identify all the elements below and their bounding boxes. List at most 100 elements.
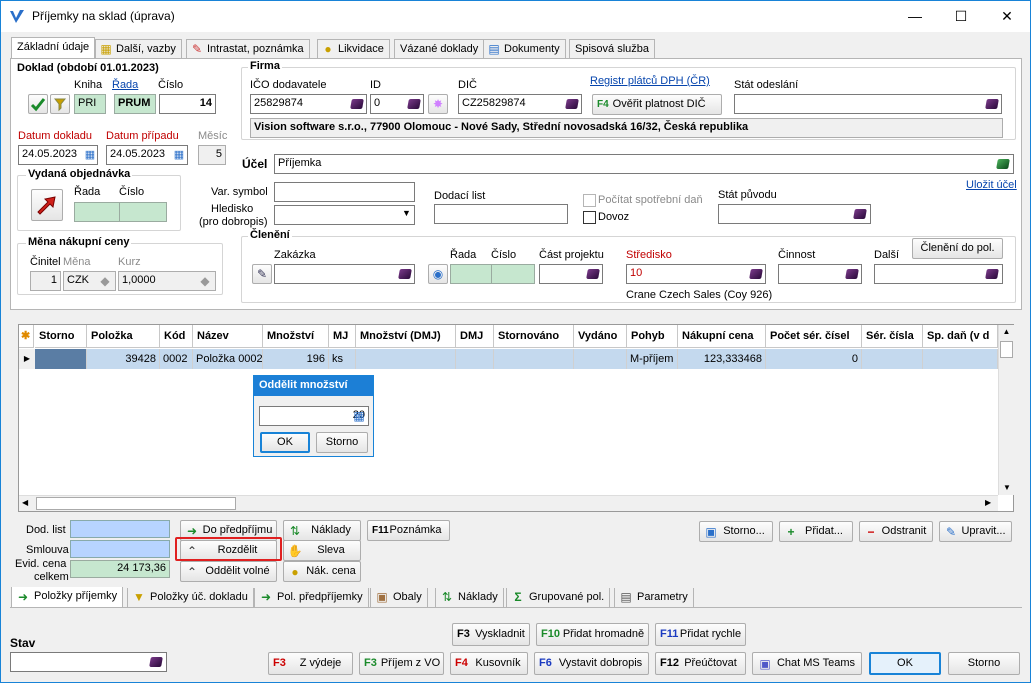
lookup-gem-icon[interactable]	[985, 99, 999, 109]
storno-item-button[interactable]: ▣ Storno...	[699, 521, 773, 542]
horizontal-scrollbar[interactable]: ◀ ▶	[19, 495, 998, 511]
stav-field[interactable]	[10, 652, 167, 672]
tab-intrastat[interactable]: ✎ Intrastat, poznámka	[186, 39, 310, 59]
lookup-gem-icon[interactable]	[398, 269, 412, 279]
col-storno[interactable]: Storno	[35, 325, 87, 348]
upravit-button[interactable]: ✎ Upravit...	[939, 521, 1012, 542]
cell-pocet-ser[interactable]: 0	[766, 349, 862, 369]
lookup-gem-icon[interactable]	[565, 99, 579, 109]
tab-parametry[interactable]: ▤ Parametry	[614, 588, 694, 608]
col-mnozstvi[interactable]: Množství	[263, 325, 329, 348]
smlouva-field[interactable]	[70, 540, 170, 558]
filter-button[interactable]	[50, 94, 70, 114]
lookup-gem-icon[interactable]	[586, 269, 600, 279]
dic-field[interactable]: CZ25829874	[458, 94, 582, 114]
col-mnozstvi-dmj[interactable]: Množství (DMJ)	[356, 325, 456, 348]
col-kod[interactable]: Kód	[160, 325, 193, 348]
kusovnik-button[interactable]: F4 Kusovník	[450, 652, 528, 675]
oddelit-volne-button[interactable]: ⌃ Oddělit volné	[180, 561, 277, 582]
calendar-icon[interactable]: ▦	[171, 147, 187, 163]
col-nakupni-cena[interactable]: Nákupní cena	[678, 325, 766, 348]
prijem-z-vo-button[interactable]: F3 Příjem z VO	[359, 652, 444, 675]
scroll-right-icon[interactable]: ▶	[985, 498, 991, 507]
col-vydano[interactable]: Vydáno	[574, 325, 627, 348]
cell-storno[interactable]	[35, 349, 87, 369]
pocitat-checkbox[interactable]	[583, 194, 596, 207]
nak-cena-button[interactable]: ● Nák. cena	[283, 561, 361, 582]
cell-kod[interactable]: 0002	[160, 349, 193, 369]
minimize-button[interactable]: —	[892, 1, 938, 32]
tab-grupovane[interactable]: Σ Grupované pol.	[506, 588, 611, 608]
col-dmj[interactable]: DMJ	[456, 325, 494, 348]
ok-button[interactable]: OK	[869, 652, 941, 675]
close-button[interactable]: ✕	[984, 1, 1030, 32]
objednavka-button[interactable]	[31, 189, 63, 221]
tab-obaly[interactable]: ▣ Obaly	[370, 588, 428, 608]
kniha-field[interactable]: PRI	[74, 94, 106, 114]
chevron-down-icon[interactable]: ▼	[402, 208, 411, 218]
lookup-gem-icon[interactable]	[853, 209, 867, 219]
cislo-field[interactable]: 14	[159, 94, 216, 114]
col-pohyb[interactable]: Pohyb	[627, 325, 678, 348]
row-pointer-icon[interactable]: ▶	[19, 349, 35, 369]
dovoz-checkbox[interactable]	[583, 211, 596, 224]
cleneni-do-pol-button[interactable]: Členění do pol.	[912, 238, 1003, 259]
z-vydeje-button[interactable]: F3 Z výdeje	[268, 652, 353, 675]
cell-polozka[interactable]: 39428	[87, 349, 160, 369]
vertical-scrollbar[interactable]: ▲ ▼	[998, 325, 1014, 495]
pridat-hromadne-button[interactable]: F10 Přidat hromadně	[536, 623, 649, 646]
col-pocet-ser[interactable]: Počet sér. čísel	[766, 325, 862, 348]
tab-vazane-doklady[interactable]: Vázané doklady	[394, 39, 485, 59]
pridat-rychle-button[interactable]: F11 Přidat rychle	[655, 623, 746, 646]
lookup-gem-icon[interactable]	[996, 159, 1010, 169]
h-scroll-thumb[interactable]	[36, 497, 236, 510]
cell-nazev[interactable]: Položka 0002	[193, 349, 263, 369]
vystavit-dobropis-button[interactable]: F6 Vystavit dobropis	[534, 652, 649, 675]
tab-polozky-uc-dokladu[interactable]: ▼ Položky úč. dokladu	[127, 588, 254, 608]
tab-likvidace[interactable]: ● Likvidace	[317, 39, 390, 59]
lookup-gem-icon[interactable]	[149, 657, 163, 667]
pridat-button[interactable]: + Přidat...	[779, 521, 853, 542]
col-polozka[interactable]: Položka	[87, 325, 160, 348]
confirm-button[interactable]	[28, 94, 48, 114]
ico-field[interactable]: 25829874	[250, 94, 367, 114]
projekt-button[interactable]: ◉	[428, 264, 448, 284]
tab-naklady[interactable]: ⇅ Náklady	[435, 588, 504, 608]
maximize-button[interactable]: ☐	[938, 1, 984, 32]
overit-dic-button[interactable]: F4 Ověřit platnost DIČ	[592, 94, 722, 115]
cell-sp-dan[interactable]	[923, 349, 998, 369]
cleneni-cislo-field[interactable]	[491, 264, 535, 284]
stat-odeslani-field[interactable]	[734, 94, 1002, 114]
scroll-thumb[interactable]	[1000, 341, 1013, 358]
cell-nakupni-cena[interactable]: 123,333468	[678, 349, 766, 369]
tab-polozky-prijemky[interactable]: ➜ Položky příjemky	[11, 587, 124, 608]
tab-zakladni-udaje[interactable]: Základní údaje	[11, 37, 96, 59]
dodaci-list-field[interactable]	[434, 204, 568, 224]
col-ser-cisla[interactable]: Sér. čísla	[862, 325, 923, 348]
vyskladnit-button[interactable]: F3 Vyskladnit	[452, 623, 530, 646]
popup-storno-button[interactable]: Storno	[316, 432, 368, 453]
scroll-down-icon[interactable]: ▼	[999, 481, 1015, 495]
naklady-button[interactable]: ⇅ Náklady	[283, 520, 361, 541]
calendar-icon[interactable]: ▦	[82, 147, 98, 163]
ucel-field[interactable]: Příjemka	[274, 154, 1014, 174]
popup-ok-button[interactable]: OK	[260, 432, 310, 453]
calculator-icon[interactable]: ▦	[351, 408, 367, 424]
zakazka-field[interactable]	[274, 264, 415, 284]
dalsi-field[interactable]	[874, 264, 1003, 284]
rada-field[interactable]: PRUM	[114, 94, 156, 114]
tab-dalsi-vazby[interactable]: ▦ Další, vazby	[95, 39, 182, 59]
sleva-button[interactable]: ✋ Sleva	[283, 540, 361, 561]
scroll-left-icon[interactable]: ◀	[22, 498, 28, 507]
colorful-button[interactable]: ✸	[428, 94, 448, 114]
zakazka-button[interactable]: ✎	[252, 264, 272, 284]
lookup-gem-icon[interactable]	[985, 269, 999, 279]
cell-mnozstvi[interactable]: 196	[263, 349, 329, 369]
stat-puvodu-field[interactable]	[718, 204, 871, 224]
tab-pol-predprijemky[interactable]: ➜ Pol. předpříjemky	[254, 588, 369, 608]
objednavka-cislo-field[interactable]	[119, 202, 167, 222]
ulozit-ucel-link[interactable]: Uložit účel	[966, 179, 1017, 191]
preuctovat-button[interactable]: F12 Přeúčtovat	[655, 652, 746, 675]
scroll-up-icon[interactable]: ▲	[999, 325, 1014, 339]
cell-mnozstvi-dmj[interactable]	[356, 349, 456, 369]
